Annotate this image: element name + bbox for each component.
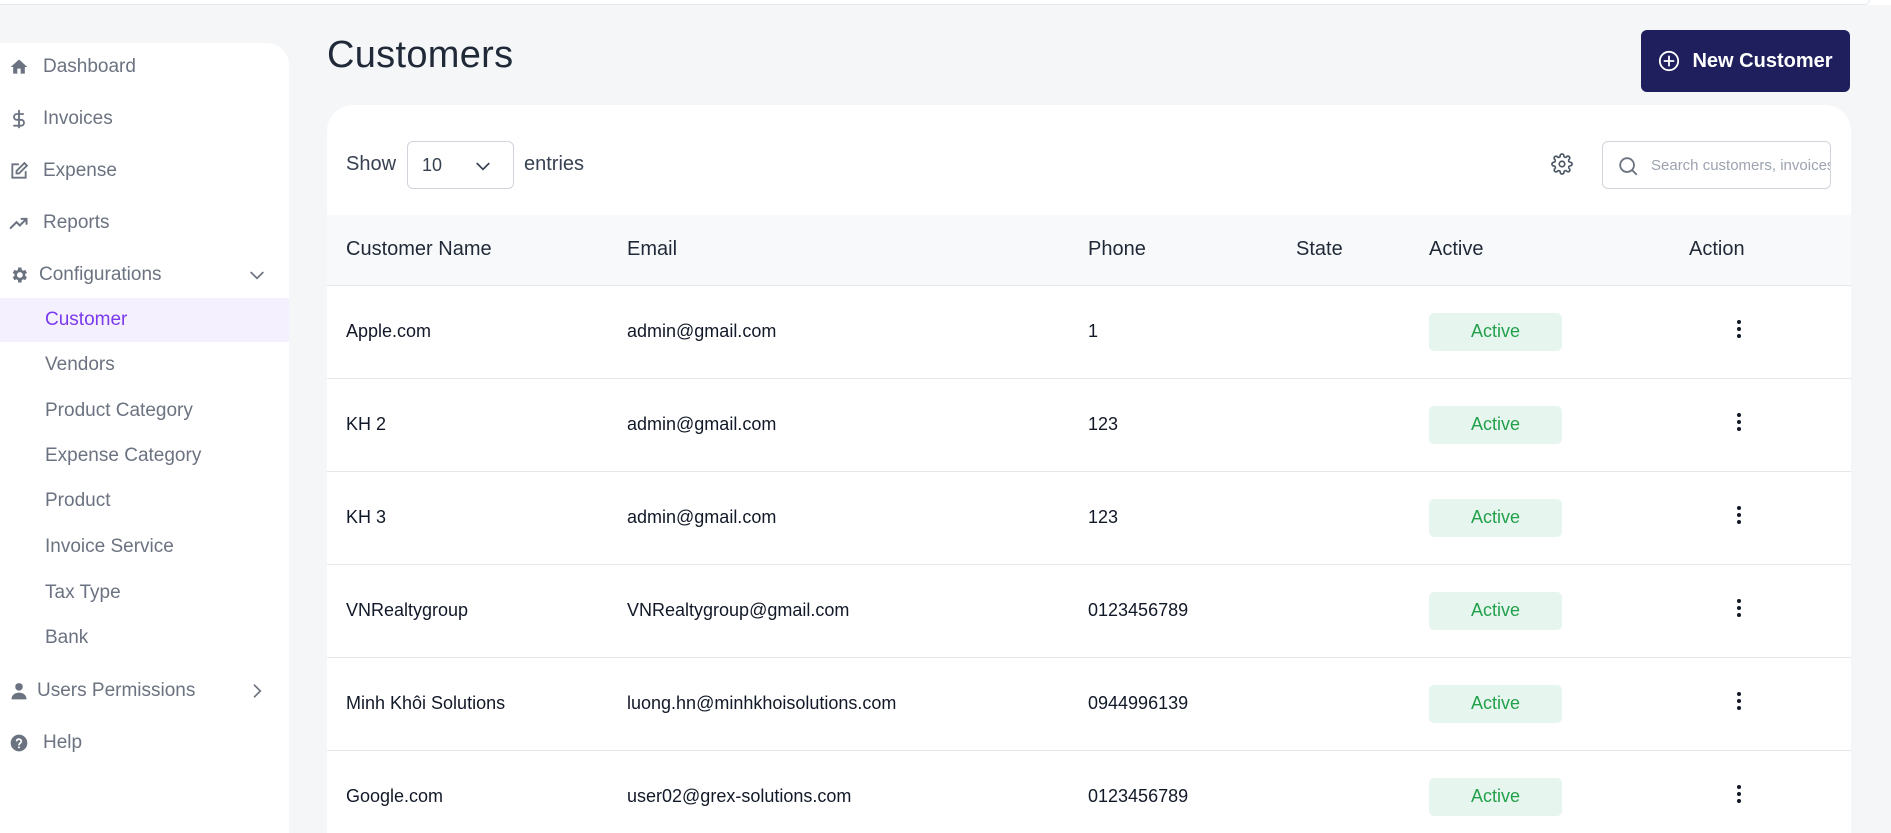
sidebar-item-reports[interactable]: Reports — [0, 203, 289, 243]
more-vertical-icon[interactable] — [1727, 503, 1751, 527]
customer-name-cell: Apple.com — [327, 285, 627, 379]
sidebar-item-label: Dashboard — [43, 56, 136, 77]
customer-name-cell: KH 2 — [327, 378, 627, 472]
chevron-right-icon — [247, 681, 267, 701]
email-cell: admin@gmail.com — [627, 471, 1088, 565]
email-cell: admin@gmail.com — [627, 378, 1088, 472]
customer-name-cell: VNRealtygroup — [327, 564, 627, 658]
sidebar-sub-bank[interactable]: Bank — [0, 616, 289, 660]
customer-name-cell: Google.com — [327, 750, 627, 833]
column-header-state[interactable]: State — [1296, 215, 1429, 286]
email-cell: user02@grex-solutions.com — [627, 750, 1088, 833]
sidebar-item-label: Expense — [43, 160, 117, 181]
phone-cell: 0123456789 — [1088, 564, 1296, 658]
trending-up-icon — [8, 212, 30, 234]
sidebar: Dashboard Invoices Expense Reports Confi… — [0, 43, 289, 833]
sidebar-sub-tax-type[interactable]: Tax Type — [0, 571, 289, 615]
sidebar-sub-vendors[interactable]: Vendors — [0, 343, 289, 387]
status-badge: Active — [1429, 591, 1562, 630]
chevron-down-icon — [473, 156, 493, 176]
status-badge: Active — [1429, 312, 1562, 351]
more-vertical-icon[interactable] — [1727, 689, 1751, 713]
sidebar-sub-expense-category[interactable]: Expense Category — [0, 434, 289, 478]
state-cell — [1296, 378, 1429, 472]
entries-value: 10 — [422, 154, 443, 175]
search-icon — [1617, 155, 1639, 177]
top-bar — [0, 0, 1891, 5]
settings-gear-icon[interactable] — [1551, 153, 1575, 177]
table-row: KH 3 admin@gmail.com 123 Active — [327, 471, 1851, 565]
phone-cell: 0944996139 — [1088, 657, 1296, 751]
state-cell — [1296, 564, 1429, 658]
sidebar-item-configurations[interactable]: Configurations — [0, 255, 289, 295]
gear-icon — [8, 264, 30, 286]
sidebar-item-label: Users Permissions — [37, 680, 196, 701]
state-cell — [1296, 657, 1429, 751]
page-title: Customers — [327, 34, 514, 76]
table-row: KH 2 admin@gmail.com 123 Active — [327, 378, 1851, 472]
sidebar-sub-customer[interactable]: Customer — [0, 298, 289, 342]
table-row: Minh Khôi Solutions luong.hn@minhkhoisol… — [327, 657, 1851, 751]
sidebar-item-label: Configurations — [39, 264, 162, 285]
more-vertical-icon[interactable] — [1727, 596, 1751, 620]
phone-cell: 1 — [1088, 285, 1296, 379]
email-cell: VNRealtygroup@gmail.com — [627, 564, 1088, 658]
table-row: VNRealtygroup VNRealtygroup@gmail.com 01… — [327, 564, 1851, 658]
sidebar-item-help[interactable]: Help — [0, 723, 289, 763]
more-vertical-icon[interactable] — [1727, 317, 1751, 341]
more-vertical-icon[interactable] — [1727, 782, 1751, 806]
table-row: Apple.com admin@gmail.com 1 Active — [327, 285, 1851, 379]
user-icon — [8, 680, 30, 702]
plus-circle-icon — [1658, 50, 1680, 72]
column-header-active[interactable]: Active — [1429, 215, 1689, 286]
status-badge: Active — [1429, 684, 1562, 723]
sidebar-item-dashboard[interactable]: Dashboard — [0, 47, 289, 87]
sidebar-item-invoices[interactable]: Invoices — [0, 99, 289, 139]
dollar-icon — [8, 108, 30, 130]
customers-table: Customer Name Email Phone State Active A… — [327, 215, 1851, 833]
column-header-phone[interactable]: Phone — [1088, 215, 1296, 286]
column-header-email[interactable]: Email — [627, 215, 1088, 286]
column-header-customer-name[interactable]: Customer Name — [327, 215, 627, 286]
sidebar-sub-invoice-service[interactable]: Invoice Service — [0, 525, 289, 569]
more-vertical-icon[interactable] — [1727, 410, 1751, 434]
sidebar-item-label: Reports — [43, 212, 110, 233]
table-row: Google.com user02@grex-solutions.com 012… — [327, 750, 1851, 833]
entries-label: entries — [524, 153, 585, 175]
home-icon — [8, 56, 30, 78]
state-cell — [1296, 285, 1429, 379]
status-badge: Active — [1429, 498, 1562, 537]
entries-select[interactable]: 10 — [407, 141, 514, 189]
status-badge: Active — [1429, 777, 1562, 816]
sidebar-item-label: Invoices — [43, 108, 113, 129]
phone-cell: 0123456789 — [1088, 750, 1296, 833]
edit-icon — [8, 160, 30, 182]
sidebar-item-label: Help — [43, 732, 83, 753]
sidebar-item-users-permissions[interactable]: Users Permissions — [0, 671, 289, 711]
state-cell — [1296, 471, 1429, 565]
status-badge: Active — [1429, 405, 1562, 444]
sidebar-item-expense[interactable]: Expense — [0, 151, 289, 191]
phone-cell: 123 — [1088, 378, 1296, 472]
customer-name-cell: KH 3 — [327, 471, 627, 565]
state-cell — [1296, 750, 1429, 833]
new-customer-label: New Customer — [1692, 49, 1833, 72]
show-label: Show — [346, 153, 397, 175]
sidebar-sub-product-category[interactable]: Product Category — [0, 389, 289, 433]
table-header-row: Customer Name Email Phone State Active A… — [327, 215, 1851, 286]
search-input[interactable] — [1651, 142, 1830, 188]
email-cell: admin@gmail.com — [627, 285, 1088, 379]
new-customer-button[interactable]: New Customer — [1641, 30, 1850, 92]
customers-card: Show 10 entries Customer Name Email Phon… — [327, 105, 1851, 833]
help-icon — [8, 732, 30, 754]
sidebar-sub-product[interactable]: Product — [0, 479, 289, 523]
column-header-action: Action — [1689, 215, 1851, 286]
chevron-down-icon — [247, 265, 267, 285]
search-box[interactable] — [1602, 141, 1831, 189]
customer-name-cell: Minh Khôi Solutions — [327, 657, 627, 751]
phone-cell: 123 — [1088, 471, 1296, 565]
email-cell: luong.hn@minhkhoisolutions.com — [627, 657, 1088, 751]
